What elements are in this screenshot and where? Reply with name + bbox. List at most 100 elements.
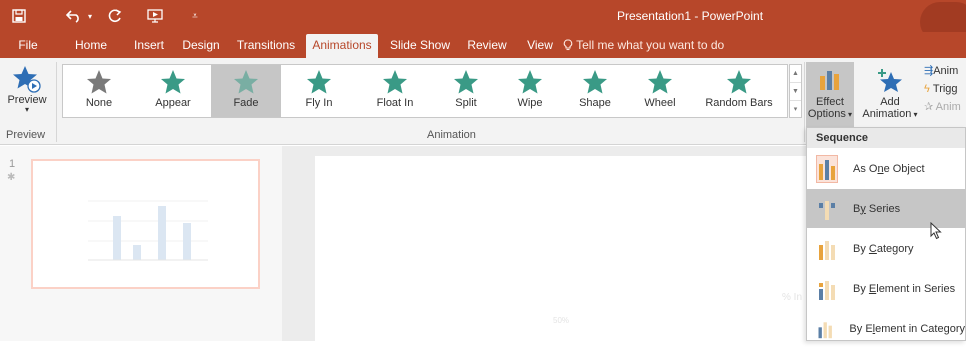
effect-options-icon (820, 71, 839, 90)
trigger-label: Trigg (932, 83, 958, 95)
tab-view[interactable]: View (522, 32, 558, 58)
effect-options-line2: Options (807, 108, 846, 120)
fly-in-star-icon (307, 70, 331, 94)
menu-item-label: By Category (853, 242, 914, 255)
as-one-object-icon (816, 154, 838, 183)
gallery-up-icon[interactable]: ▲ (790, 65, 801, 83)
animation-none[interactable]: None (63, 65, 135, 117)
animation-painter-label: Anim (935, 101, 961, 113)
animation-pane-icon: ⇶ (924, 65, 934, 77)
animation-pane-button[interactable]: ⇶Anim (924, 62, 966, 80)
tab-design[interactable]: Design (176, 32, 226, 58)
lightbulb-icon (563, 38, 576, 52)
save-icon[interactable] (4, 0, 34, 32)
wipe-star-icon (518, 70, 542, 94)
undo-dropdown-icon[interactable]: ▾ (84, 0, 96, 32)
menu-item-label: By Element in Category (849, 322, 965, 335)
shape-star-icon (583, 70, 607, 94)
tab-animations[interactable]: Animations (306, 34, 378, 58)
slide-thumbnail-pane: 1 ✱ (0, 146, 282, 341)
start-from-beginning-icon[interactable] (140, 0, 170, 32)
title-bar: ▾ ⩡ Presentation1 - PowerPoint (0, 0, 966, 42)
add-animation-line2: Animation (862, 108, 912, 120)
lightning-icon: ϟ (924, 83, 933, 95)
add-animation-button[interactable]: Add Animation ▾ (858, 62, 922, 128)
animation-label: Shape (579, 97, 611, 109)
random-bars-star-icon (727, 70, 751, 94)
animation-wheel[interactable]: Wheel (629, 65, 691, 117)
ribbon-tabs: File Home Insert Design Transitions Anim… (0, 32, 966, 58)
animation-split[interactable]: Split (433, 65, 499, 117)
window-title: Presentation1 - PowerPoint (616, 9, 764, 23)
animation-fade[interactable]: Fade (211, 65, 281, 117)
tab-review[interactable]: Review (462, 32, 512, 58)
animation-label: Appear (155, 97, 191, 109)
by-element-in-series-icon (819, 280, 835, 300)
group-divider (804, 62, 805, 142)
effect-options-menu: Sequence As One Object By Series By Cate… (806, 127, 966, 341)
none-star-icon (87, 70, 111, 94)
preview-star-icon (13, 66, 41, 93)
animation-fly-in[interactable]: Fly In (281, 65, 357, 117)
animation-appear[interactable]: Appear (135, 65, 211, 117)
thumbnail-chart (88, 200, 208, 261)
menu-item-by-element-in-series[interactable]: By Element in Series (807, 269, 965, 308)
appear-star-icon (161, 70, 185, 94)
menu-item-label: As One Object (853, 162, 925, 175)
animation-label: Fly In (305, 97, 333, 109)
preview-dropdown-icon[interactable]: ▾ (2, 106, 52, 114)
split-star-icon (454, 70, 478, 94)
undo-icon[interactable] (62, 0, 86, 32)
tab-slide-show[interactable]: Slide Show (388, 32, 452, 58)
animation-label: Wipe (517, 97, 543, 109)
animation-random-bars[interactable]: Random Bars (691, 65, 787, 117)
animation-pane-label: Anim (933, 65, 959, 77)
tab-file[interactable]: File (8, 32, 48, 58)
effect-options-line1: Effect (816, 96, 844, 108)
by-category-icon (819, 240, 835, 260)
animation-label: Split (455, 97, 477, 109)
tab-transitions[interactable]: Transitions (234, 32, 298, 58)
animation-shape[interactable]: Shape (561, 65, 629, 117)
by-element-in-category-icon (818, 321, 832, 338)
gallery-down-icon[interactable]: ▼ (790, 83, 801, 101)
group-divider (56, 62, 57, 142)
add-animation-dropdown-icon: ▾ (911, 110, 918, 119)
customize-qat-icon[interactable]: ⩡ (184, 0, 206, 32)
wheel-star-icon (648, 70, 672, 94)
faded-axis-label: 50% (553, 316, 570, 325)
gallery-scroll[interactable]: ▲ ▼ ▾ (789, 64, 802, 118)
tab-home[interactable]: Home (66, 32, 116, 58)
group-label-preview: Preview (6, 129, 46, 141)
animation-gallery: None Appear Fade Fly In Float In Split Wipe Sha… (62, 64, 788, 118)
slide-thumbnail[interactable] (31, 159, 260, 289)
by-series-icon (819, 200, 835, 220)
add-animation-icon (878, 69, 902, 92)
tell-me-text: Tell me what you want to do (576, 38, 725, 52)
faded-chart-label: % In (782, 292, 803, 303)
animation-painter-button[interactable]: ✰ Anim (924, 98, 966, 116)
menu-item-label: By Series (853, 202, 901, 215)
tell-me-box[interactable]: Tell me what you want to do (563, 32, 724, 58)
animation-wipe[interactable]: Wipe (499, 65, 561, 117)
preview-button[interactable]: Preview ▾ (2, 60, 52, 126)
animation-float-in[interactable]: Float In (357, 65, 433, 117)
add-animation-line1: Add (880, 96, 900, 108)
mouse-cursor-icon (930, 222, 942, 240)
fade-star-icon (234, 70, 258, 94)
trigger-button[interactable]: ϟ Trigg (924, 80, 966, 98)
animation-indicator-icon: ✱ (7, 172, 16, 183)
tab-insert[interactable]: Insert (126, 32, 172, 58)
group-label-animation: Animation (427, 129, 476, 141)
menu-section-header: Sequence (807, 128, 965, 148)
effect-options-button[interactable]: Effect Options ▾ (806, 62, 854, 128)
animation-label: Float In (376, 97, 414, 109)
animation-label: Fade (233, 97, 259, 109)
redo-icon[interactable] (102, 0, 128, 32)
slide-number: 1 (9, 158, 16, 170)
menu-item-as-one-object[interactable]: As One Object (807, 149, 965, 188)
animation-label: Random Bars (705, 97, 773, 109)
float-in-star-icon (383, 70, 407, 94)
menu-item-by-element-in-category[interactable]: By Element in Category (807, 309, 965, 348)
gallery-more-icon[interactable]: ▾ (790, 101, 801, 119)
